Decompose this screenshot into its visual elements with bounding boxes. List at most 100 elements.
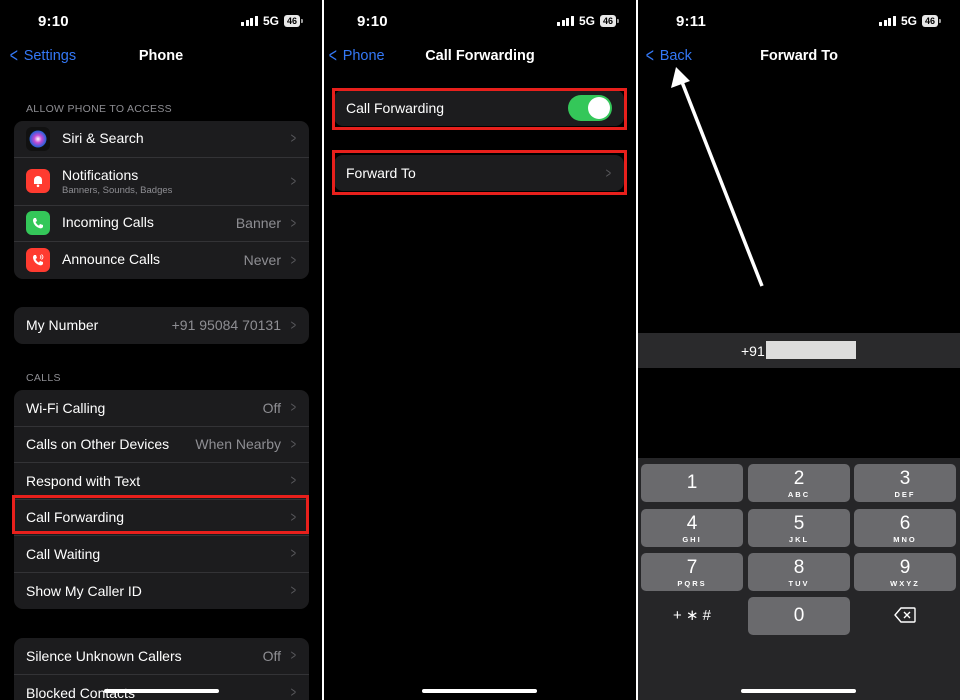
silence-label: Silence Unknown Callers — [26, 647, 182, 664]
row-siri-search[interactable]: Siri & Search > — [14, 121, 309, 158]
row-announce-calls[interactable]: Announce Calls Never > — [14, 242, 309, 279]
access-group: Siri & Search > Notifications Banners, S… — [14, 121, 309, 279]
chevron-right-icon: > — [290, 647, 297, 665]
key-letters: WXYZ — [890, 579, 920, 588]
chevron-right-icon: > — [290, 130, 297, 148]
wifi-label: Wi-Fi Calling — [26, 399, 106, 416]
key-0[interactable]: 0 — [748, 597, 850, 635]
key-9[interactable]: 9 WXYZ — [854, 553, 956, 591]
chevron-right-icon: > — [290, 472, 297, 490]
section-header-calls: CALLS — [26, 372, 61, 384]
status-time: 9:10 — [38, 13, 69, 30]
chevron-right-icon: > — [290, 214, 297, 232]
battery-icon: 46 — [599, 15, 620, 27]
row-call-forwarding[interactable]: Call Forwarding > — [14, 500, 309, 536]
key-1[interactable]: 1 — [641, 464, 743, 502]
announce-label: Announce Calls — [62, 251, 161, 268]
page-title: Phone — [138, 48, 184, 64]
notifications-sublabel: Banners, Sounds, Badges — [62, 184, 173, 196]
notifications-label: Notifications — [62, 166, 139, 183]
row-wifi-calling[interactable]: Wi-Fi Calling Off > — [14, 390, 309, 427]
status-time: 9:10 — [357, 13, 388, 30]
row-my-number[interactable]: My Number +91 95084 70131 > — [14, 307, 309, 344]
home-indicator[interactable] — [104, 689, 219, 693]
key-digit: 5 — [793, 513, 805, 534]
incoming-value: Banner — [235, 215, 281, 232]
row-calls-other-devices[interactable]: Calls on Other Devices When Nearby > — [14, 427, 309, 463]
siri-icon — [26, 126, 50, 151]
home-indicator[interactable] — [422, 689, 537, 693]
key-7[interactable]: 7 PQRS — [641, 553, 743, 591]
row-respond-with-text[interactable]: Respond with Text > — [14, 463, 309, 500]
home-indicator[interactable] — [741, 689, 856, 693]
row-forward-to[interactable]: Forward To > — [334, 155, 624, 191]
key-2[interactable]: 2 ABC — [748, 464, 850, 502]
toggle-label: Call Forwarding — [346, 100, 445, 116]
key-digit: 1 — [686, 472, 698, 493]
key-letters: MNO — [893, 535, 917, 544]
key-digit: + ∗ # — [672, 607, 711, 624]
key-6[interactable]: 6 MNO — [854, 509, 956, 547]
chevron-right-icon: > — [290, 684, 297, 700]
status-bar: 9:10 5G 46 — [0, 0, 322, 40]
key-digit: 7 — [686, 557, 698, 578]
nav-bar: < Settings Phone — [0, 42, 322, 72]
key-3[interactable]: 3 DEF — [854, 464, 956, 502]
row-blocked-contacts[interactable]: Blocked Contacts > — [14, 675, 309, 700]
row-incoming-calls[interactable]: Incoming Calls Banner > — [14, 206, 309, 242]
key-letters: PQRS — [677, 579, 707, 588]
chevron-right-icon: > — [605, 164, 612, 182]
row-notifications[interactable]: Notifications Banners, Sounds, Badges > — [14, 158, 309, 206]
calls-group: Wi-Fi Calling Off > Calls on Other Devic… — [14, 390, 309, 609]
annotation-arrow — [671, 67, 764, 287]
dial-keypad: 1 2 ABC 3 DEF 4 GHI 5 JKL 6 MNO 7 PQRS 8… — [638, 458, 960, 700]
key-digit: 4 — [686, 513, 698, 534]
status-bar: 9:10 5G 46 — [324, 0, 636, 40]
toggle-group: Call Forwarding — [334, 90, 624, 126]
forward-to-group: Forward To > — [334, 155, 624, 191]
battery-icon: 46 — [283, 15, 304, 27]
chevron-right-icon: > — [290, 508, 297, 526]
key-digit: 9 — [899, 557, 911, 578]
key-digit: 8 — [793, 557, 805, 578]
delete-key[interactable] — [854, 597, 956, 635]
silence-value: Off — [262, 647, 281, 664]
redacted-number — [766, 341, 856, 359]
call-forwarding-screen: 9:10 5G 46 < Phone Call Forwarding Call … — [324, 0, 636, 700]
chevron-right-icon: > — [290, 251, 297, 269]
key-digit: 6 — [899, 513, 911, 534]
network-label: 5G — [262, 14, 279, 28]
phone-number-field[interactable]: +91 — [638, 333, 960, 368]
row-call-waiting[interactable]: Call Waiting > — [14, 536, 309, 573]
respond-label: Respond with Text — [26, 472, 141, 489]
call-forwarding-switch[interactable] — [568, 95, 612, 121]
key-4[interactable]: 4 GHI — [641, 509, 743, 547]
key-letters: DEF — [894, 490, 916, 499]
key-symbols[interactable]: + ∗ # — [641, 597, 743, 635]
row-caller-id[interactable]: Show My Caller ID > — [14, 573, 309, 610]
key-5[interactable]: 5 JKL — [748, 509, 850, 547]
key-digit: 0 — [793, 605, 805, 626]
forwarding-label: Call Forwarding — [26, 509, 125, 526]
page-title: Call Forwarding — [425, 48, 535, 64]
announce-value: Never — [243, 252, 281, 269]
nav-bar: < Phone Call Forwarding — [324, 42, 636, 72]
status-indicators: 5G 46 — [557, 14, 620, 28]
chevron-right-icon: > — [290, 435, 297, 453]
phone-incoming-icon — [26, 211, 50, 236]
wifi-value: Off — [262, 399, 281, 416]
my-number-value: +91 95084 70131 — [171, 317, 281, 334]
forward-to-screen: 9:11 5G 46 < Back Forward To +91 1 2 ABC… — [638, 0, 960, 700]
my-number-group: My Number +91 95084 70131 > — [14, 307, 309, 344]
other-devices-label: Calls on Other Devices — [26, 436, 170, 453]
my-number-label: My Number — [26, 317, 99, 334]
caller-id-label: Show My Caller ID — [26, 582, 142, 599]
row-silence-unknown[interactable]: Silence Unknown Callers Off > — [14, 638, 309, 675]
key-8[interactable]: 8 TUV — [748, 553, 850, 591]
other-devices-value: When Nearby — [195, 436, 281, 453]
waiting-label: Call Waiting — [26, 545, 101, 562]
backspace-icon — [894, 607, 916, 623]
status-indicators: 5G 46 — [241, 14, 304, 28]
phone-announce-icon — [26, 248, 50, 273]
key-letters: JKL — [788, 535, 810, 544]
